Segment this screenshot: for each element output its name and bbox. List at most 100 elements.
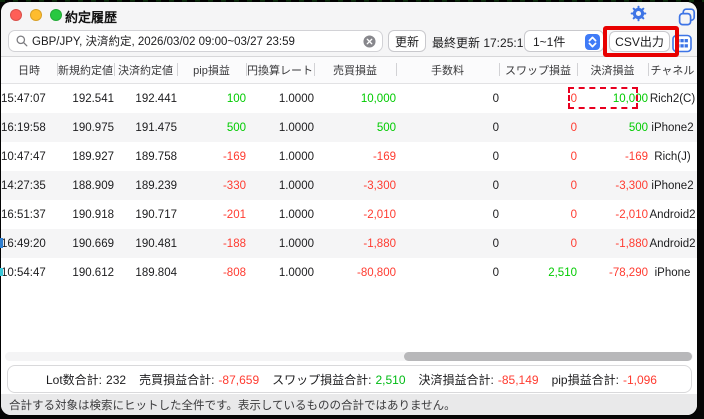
footnote: 合計する対象は検索にヒットした全件です。表示しているものの合計ではありません。 (1, 394, 697, 415)
table-row[interactable]: 14:27:35 188.909 189.239 -330 1.0000 -3,… (1, 171, 697, 200)
cell-close-price: 189.758 (114, 142, 177, 171)
background-mark (0, 238, 3, 248)
col-header-settle-pl[interactable]: 決済損益 (577, 57, 648, 84)
cell-pip-pl: -330 (177, 171, 246, 200)
cell-open-price: 190.669 (57, 229, 114, 258)
col-header-close-price[interactable]: 決済約定値 (114, 57, 177, 84)
executions-table: 日時 新規約定値 決済約定値 pip損益 円換算レート 売買損益 手数料 スワッ… (1, 57, 697, 287)
cell-trade-pl: -2,010 (314, 200, 396, 229)
search-field[interactable] (8, 30, 383, 52)
duplicate-window-icon[interactable] (678, 8, 696, 31)
cell-open-price: 188.909 (57, 171, 114, 200)
cell-swap-pl: 2,510 (499, 258, 577, 287)
cell-fee: 0 (396, 229, 499, 258)
minimize-button[interactable] (30, 9, 42, 21)
col-header-fee[interactable]: 手数料 (396, 57, 499, 84)
cell-fee: 0 (396, 171, 499, 200)
cell-swap-pl: 0 (499, 171, 577, 200)
cell-fee: 0 (396, 200, 499, 229)
cell-datetime: 10:47:47 (1, 142, 57, 171)
total-swap-pl: スワップ損益合計:2,510 (272, 371, 405, 388)
cell-pip-pl: -808 (177, 258, 246, 287)
cell-pip-pl: -201 (177, 200, 246, 229)
cell-yen-rate: 1.0000 (246, 113, 314, 142)
total-trade-pl: 売買損益合計:-87,659 (139, 371, 259, 388)
cell-channel: Rich2(C) (648, 84, 697, 114)
cell-pip-pl: 100 (177, 84, 246, 114)
clear-icon[interactable] (363, 35, 376, 48)
cell-close-price: 192.441 (114, 84, 177, 114)
col-header-channel[interactable]: チャネル (648, 57, 697, 84)
table-row[interactable]: 15:47:07 192.541 192.441 100 1.0000 10,0… (1, 84, 697, 114)
cell-channel: Android2 (648, 200, 697, 229)
cell-yen-rate: 1.0000 (246, 171, 314, 200)
search-icon (16, 35, 28, 47)
cell-settle-pl: 10,000 (577, 84, 648, 114)
col-header-pip-pl[interactable]: pip損益 (177, 57, 246, 84)
cell-settle-pl: -78,290 (577, 258, 648, 287)
cell-channel: Android2 (648, 229, 697, 258)
cell-channel: iPhone2 (648, 113, 697, 142)
cell-channel: iPhone (648, 258, 697, 287)
close-button[interactable] (10, 9, 22, 21)
col-header-yen-rate[interactable]: 円換算レート (246, 57, 314, 84)
cell-open-price: 190.975 (57, 113, 114, 142)
cell-trade-pl: -3,300 (314, 171, 396, 200)
cell-pip-pl: 500 (177, 113, 246, 142)
cell-fee: 0 (396, 113, 499, 142)
window-title: 約定履歴 (65, 7, 117, 26)
cell-close-price: 190.481 (114, 229, 177, 258)
cell-yen-rate: 1.0000 (246, 200, 314, 229)
cell-fee: 0 (396, 142, 499, 171)
table-row[interactable]: 16:19:58 190.975 191.475 500 1.0000 500 … (1, 113, 697, 142)
table-grid-icon[interactable] (672, 34, 692, 58)
col-header-trade-pl[interactable]: 売買損益 (314, 57, 396, 84)
cell-trade-pl: -80,800 (314, 258, 396, 287)
cell-channel: iPhone2 (648, 171, 697, 200)
cell-settle-pl: -169 (577, 142, 648, 171)
refresh-button[interactable]: 更新 (388, 30, 426, 52)
table-row[interactable]: 10:47:47 189.927 189.758 -169 1.0000 -16… (1, 142, 697, 171)
total-lots: Lot数合計:232 (46, 371, 126, 388)
cell-open-price: 190.612 (57, 258, 114, 287)
total-settle-pl: 決済損益合計:-85,149 (419, 371, 539, 388)
cell-open-price: 190.918 (57, 200, 114, 229)
window-chrome: 約定履歴 (1, 2, 697, 57)
range-select[interactable]: 1~1件 (524, 30, 604, 52)
table-row[interactable]: 16:49:20 190.669 190.481 -188 1.0000 -1,… (1, 229, 697, 258)
cell-close-price: 189.804 (114, 258, 177, 287)
cell-close-price: 189.239 (114, 171, 177, 200)
total-pip-pl: pip損益合計:-1,096 (552, 371, 657, 388)
cell-trade-pl: -169 (314, 142, 396, 171)
table-row[interactable]: 10:54:47 190.612 189.804 -808 1.0000 -80… (1, 258, 697, 287)
cell-datetime: 16:51:37 (1, 200, 57, 229)
cell-pip-pl: -169 (177, 142, 246, 171)
cell-settle-pl: -3,300 (577, 171, 648, 200)
table-body: 15:47:07 192.541 192.441 100 1.0000 10,0… (1, 84, 697, 288)
cell-datetime: 15:47:07 (1, 84, 57, 114)
col-header-datetime[interactable]: 日時 (1, 57, 57, 84)
cell-fee: 0 (396, 84, 499, 114)
last-update-label: 最終更新 17:25:15 (432, 34, 530, 51)
background-mark (0, 268, 3, 276)
csv-export-button[interactable]: CSV出力 (609, 31, 670, 52)
cell-pip-pl: -188 (177, 229, 246, 258)
gear-icon[interactable] (630, 5, 647, 27)
zoom-button[interactable] (50, 9, 62, 21)
table-row[interactable]: 16:51:37 190.918 190.717 -201 1.0000 -2,… (1, 200, 697, 229)
trade-history-window: 約定履歴 (1, 2, 697, 415)
cell-datetime: 14:27:35 (1, 171, 57, 200)
range-select-value: 1~1件 (533, 33, 565, 50)
col-header-open-price[interactable]: 新規約定値 (57, 57, 114, 84)
col-header-swap-pl[interactable]: スワップ損益 (499, 57, 577, 84)
cell-datetime: 10:54:47 (1, 258, 57, 287)
cell-channel: Rich(J) (648, 142, 697, 171)
search-input[interactable] (32, 35, 363, 47)
cell-settle-pl: -1,880 (577, 229, 648, 258)
cell-yen-rate: 1.0000 (246, 229, 314, 258)
cell-close-price: 190.717 (114, 200, 177, 229)
stepper-icon (585, 34, 600, 53)
cell-datetime: 16:49:20 (1, 229, 57, 258)
horizontal-scrollbar-thumb[interactable] (404, 352, 692, 361)
cell-yen-rate: 1.0000 (246, 84, 314, 114)
